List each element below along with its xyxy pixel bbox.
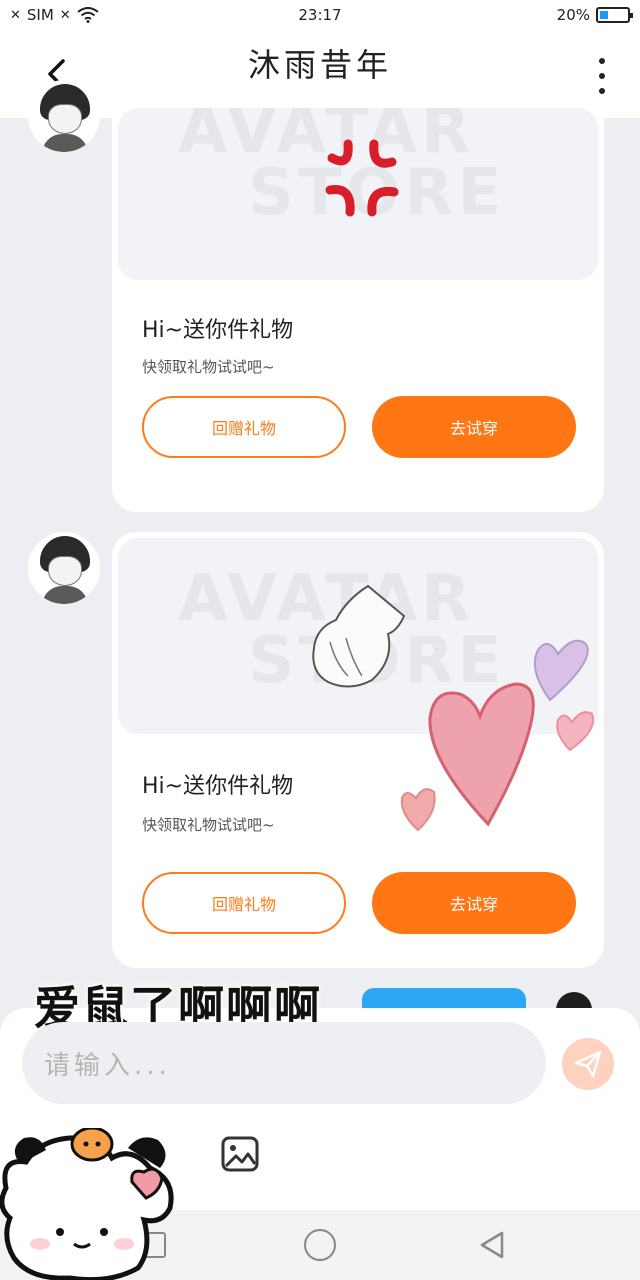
- sender-avatar[interactable]: [28, 532, 100, 604]
- avatar-face: [48, 556, 82, 586]
- try-on-button[interactable]: 去试穿: [372, 872, 576, 934]
- gift-subtitle: 快领取礼物试试吧~: [142, 816, 275, 834]
- more-options-button[interactable]: [590, 58, 614, 94]
- paw-icon: [312, 584, 406, 688]
- avatar-shirt: [42, 586, 88, 604]
- cartoon-sticker-icon: [0, 1128, 174, 1280]
- try-on-button[interactable]: 去试穿: [372, 396, 576, 458]
- status-bar: ✕ SIM ✕ 23:17 20%: [0, 0, 640, 32]
- sender-avatar[interactable]: [28, 80, 100, 152]
- more-dot: [599, 88, 605, 94]
- status-time: 23:17: [298, 6, 342, 24]
- send-button[interactable]: [562, 1038, 614, 1090]
- nav-back-button[interactable]: [478, 1230, 506, 1260]
- hearts-icon: [400, 639, 594, 832]
- image-icon: [221, 1136, 259, 1172]
- image-button[interactable]: [220, 1134, 260, 1174]
- avatar-shirt: [42, 134, 88, 152]
- battery-percent: 20%: [556, 6, 590, 24]
- gift-card[interactable]: AVATAR STORE Hi~送你件礼物 快领取礼物试试吧~ 回赠礼物 去试穿: [112, 94, 604, 512]
- battery-icon: [596, 7, 633, 23]
- anger-symbol-icon: [325, 139, 399, 217]
- return-gift-button[interactable]: 回赠礼物: [142, 396, 346, 458]
- gift-title: Hi~送你件礼物: [142, 318, 294, 343]
- contact-name: 沐雨昔年: [247, 46, 392, 84]
- gift-title: Hi~送你件礼物: [142, 774, 294, 799]
- message-input[interactable]: 请输入...: [22, 1022, 546, 1104]
- more-dot: [599, 73, 605, 79]
- home-button[interactable]: [304, 1229, 336, 1261]
- return-gift-button[interactable]: 回赠礼物: [142, 872, 346, 934]
- avatar-face: [48, 104, 82, 134]
- send-icon: [574, 1050, 602, 1078]
- gift-subtitle: 快领取礼物试试吧~: [142, 358, 275, 376]
- status-right: 20%: [556, 6, 633, 24]
- gift-card-image: AVATAR STORE: [118, 108, 598, 280]
- more-vertical-icon: [599, 58, 605, 64]
